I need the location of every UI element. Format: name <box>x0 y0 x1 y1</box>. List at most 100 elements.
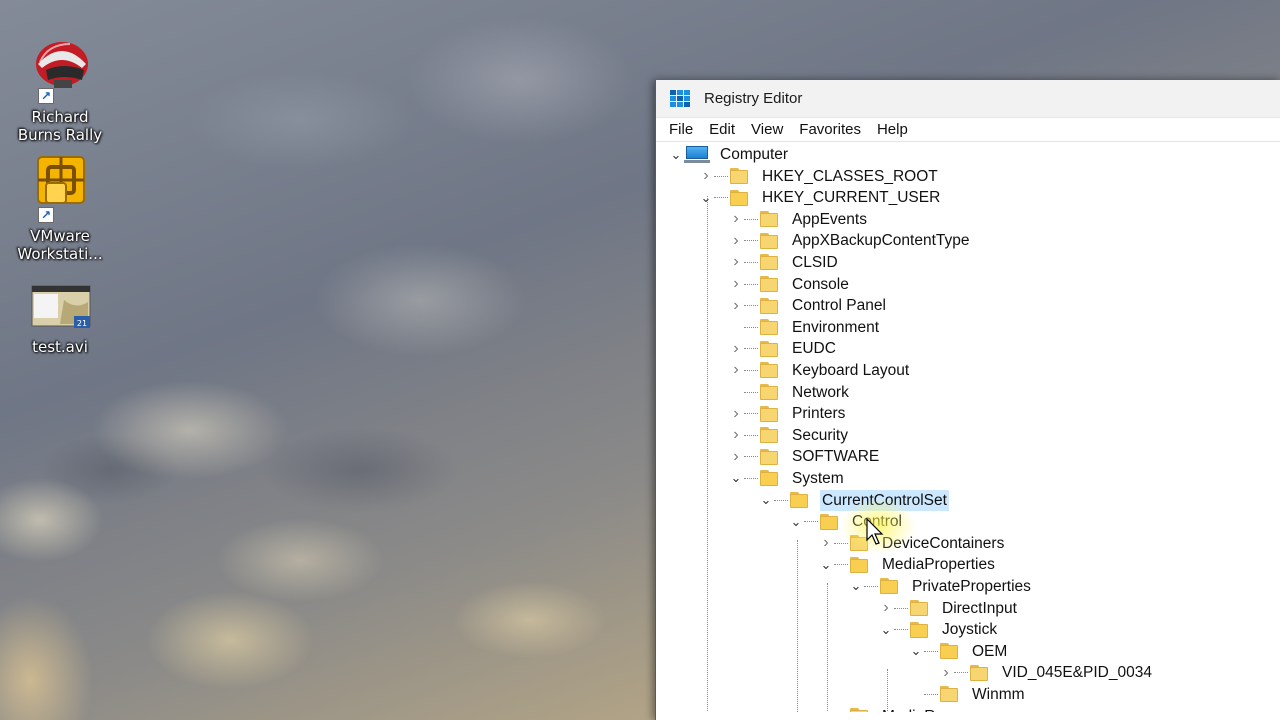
registry-editor-window[interactable]: Registry Editor File Edit View Favorites… <box>655 80 1280 720</box>
tree-node-label: SOFTWARE <box>792 448 880 466</box>
registry-tree[interactable]: ⌄ Computer › HKEY_CLASSES_ROOT ⌄ HKEY_CURRE… <box>656 142 1280 712</box>
tree-connector <box>744 283 758 285</box>
chevron-right-icon[interactable]: › <box>818 533 834 554</box>
desktop-icon-label: VMware Workstati... <box>17 227 103 263</box>
folder-icon <box>729 167 749 185</box>
chevron-down-icon[interactable]: ⌄ <box>908 641 924 662</box>
chevron-right-icon[interactable]: › <box>728 230 744 251</box>
chevron-down-icon[interactable]: ⌄ <box>728 468 744 489</box>
chevron-down-icon[interactable]: ⌄ <box>758 490 774 511</box>
chevron-right-icon[interactable]: › <box>728 209 744 230</box>
tree-node[interactable]: ⌄ CurrentControlSet <box>758 489 949 511</box>
tree-node[interactable]: ⌄ OEM <box>908 641 1009 662</box>
folder-icon <box>759 426 779 444</box>
tree-node[interactable]: Winmm <box>908 684 1027 705</box>
folder-icon <box>939 685 959 703</box>
chevron-down-icon[interactable]: ⌄ <box>818 554 834 575</box>
tree-node[interactable]: › SOFTWARE <box>728 446 881 467</box>
tree-connector <box>744 240 758 242</box>
tree-node[interactable]: ⌄ Joystick <box>878 619 999 640</box>
tree-connector <box>744 456 758 458</box>
window-title: Registry Editor <box>704 90 803 107</box>
tree-connector <box>894 607 908 609</box>
menu-view[interactable]: View <box>743 118 791 141</box>
tree-node[interactable]: Network <box>728 382 851 403</box>
menu-help[interactable]: Help <box>869 118 916 141</box>
tree-node[interactable]: ⌄ MediaProperties <box>818 554 997 575</box>
menu-edit[interactable]: Edit <box>701 118 743 141</box>
tree-node-label: Network <box>792 383 849 401</box>
tree-node-label: VID_045E&PID_0034 <box>1002 664 1152 682</box>
tree-connector <box>744 348 758 350</box>
folder-icon <box>759 253 779 271</box>
chevron-right-icon[interactable]: › <box>698 166 714 187</box>
tree-node[interactable]: ⌄ Control <box>788 511 904 532</box>
folder-icon <box>819 513 839 531</box>
tree-node-label: System <box>792 469 844 487</box>
tree-connector <box>744 477 758 479</box>
tree-node[interactable]: › DeviceContainers <box>818 533 1006 554</box>
chevron-right-icon[interactable]: › <box>728 295 744 316</box>
tree-node-label: Keyboard Layout <box>792 361 910 379</box>
svg-text:21: 21 <box>77 319 87 328</box>
title-bar[interactable]: Registry Editor <box>656 80 1280 118</box>
chevron-right-icon[interactable]: › <box>938 662 954 683</box>
tree-node-label: Printers <box>792 405 846 423</box>
chevron-down-icon[interactable]: ⌄ <box>668 144 684 165</box>
tree-node[interactable]: › HKEY_CLASSES_ROOT <box>698 166 940 187</box>
tree-node-label: PrivateProperties <box>912 577 1031 595</box>
tree-node[interactable]: › EUDC <box>728 338 838 359</box>
tree-node[interactable]: › CLSID <box>728 252 840 273</box>
tree-connector <box>744 369 758 371</box>
chevron-right-icon[interactable]: › <box>728 403 744 424</box>
chevron-right-icon[interactable]: › <box>728 425 744 446</box>
tree-node[interactable]: ⌄ HKEY_CURRENT_USER <box>698 187 942 208</box>
folder-icon <box>879 577 899 595</box>
chevron-right-icon[interactable]: › <box>728 338 744 359</box>
chevron-right-icon[interactable]: › <box>728 274 744 295</box>
chevron-down-icon[interactable]: ⌄ <box>848 576 864 597</box>
tree-line <box>827 583 828 712</box>
tree-node[interactable]: ⌄ System <box>728 468 846 489</box>
folder-icon <box>759 232 779 250</box>
desktop-icon-vmware-workstation[interactable]: ↗ VMware Workstati... <box>8 153 112 263</box>
desktop-icon-richard-burns-rally[interactable]: ↗ Richard Burns Rally <box>8 34 112 144</box>
chevron-right-icon[interactable]: › <box>878 598 894 619</box>
tree-node[interactable]: › MediaResources <box>818 706 1000 712</box>
folder-icon <box>759 405 779 423</box>
menu-file[interactable]: File <box>661 118 701 141</box>
tree-node[interactable]: › Security <box>728 425 850 446</box>
chevron-down-icon[interactable]: ⌄ <box>788 511 804 532</box>
tree-node-label: EUDC <box>792 340 836 358</box>
chevron-down-icon[interactable]: ⌄ <box>878 619 894 640</box>
tree-node[interactable]: › Control Panel <box>728 295 888 316</box>
folder-icon <box>909 621 929 639</box>
tree-node[interactable]: ⌄ PrivateProperties <box>848 576 1033 597</box>
tree-node[interactable]: › Printers <box>728 403 847 424</box>
tree-node[interactable]: › AppEvents <box>728 209 869 230</box>
tree-connector <box>744 413 758 415</box>
tree-node[interactable]: › VID_045E&PID_0034 <box>938 662 1154 683</box>
registry-editor-icon <box>670 89 690 108</box>
chevron-right-icon[interactable]: › <box>728 252 744 273</box>
tree-node-label: AppXBackupContentType <box>792 232 970 250</box>
tree-node[interactable]: › Console <box>728 274 851 295</box>
chevron-right-icon[interactable]: › <box>728 446 744 467</box>
tree-node[interactable]: › AppXBackupContentType <box>728 230 972 251</box>
chevron-right-icon[interactable]: › <box>818 706 834 712</box>
desktop-icon-label: Richard Burns Rally <box>17 108 103 144</box>
tree-node-computer[interactable]: ⌄ Computer <box>668 144 790 165</box>
tree-node[interactable]: Environment <box>728 317 881 338</box>
tree-node[interactable]: › DirectInput <box>878 598 1019 619</box>
folder-icon <box>759 469 779 487</box>
tree-node-label: Control Panel <box>792 297 886 315</box>
tree-connector <box>744 391 758 393</box>
tree-node[interactable]: › Keyboard Layout <box>728 360 911 381</box>
tree-connector <box>864 585 878 587</box>
folder-icon <box>759 340 779 358</box>
chevron-right-icon[interactable]: › <box>728 360 744 381</box>
chevron-down-icon[interactable]: ⌄ <box>698 187 714 208</box>
tree-connector <box>714 197 728 199</box>
menu-favorites[interactable]: Favorites <box>791 118 869 141</box>
desktop-icon-test-avi[interactable]: 21 test.avi <box>8 280 112 356</box>
